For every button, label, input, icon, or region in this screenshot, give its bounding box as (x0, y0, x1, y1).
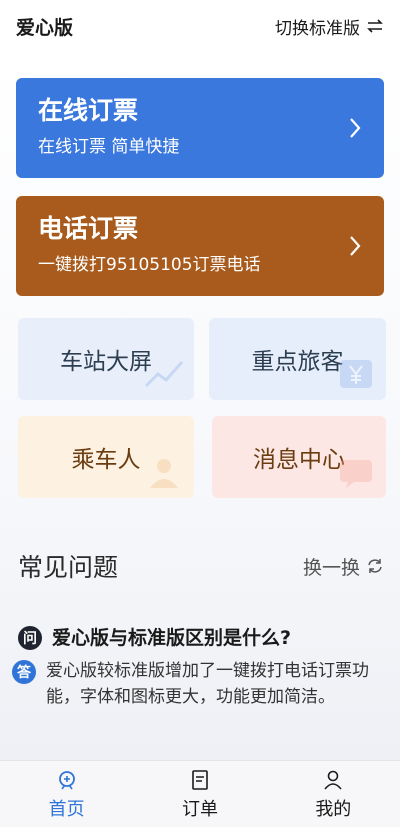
refresh-faq-label: 换一换 (302, 556, 360, 579)
message-center-label: 消息中心 (253, 447, 345, 473)
phone-booking-subtitle: 一键拨打95105105订票电话 (38, 255, 261, 275)
yen-icon (340, 360, 372, 388)
passengers-tile[interactable]: 乘车人 (18, 416, 194, 498)
key-passenger-tile[interactable]: 重点旅客 (209, 318, 386, 400)
person-icon (150, 459, 178, 488)
bottom-nav: 首页 订单 我的 (0, 760, 400, 827)
trend-chart-icon (144, 361, 184, 388)
phone-booking-card[interactable]: 电话订票 一键拨打95105105订票电话 (16, 196, 384, 296)
station-screen-tile[interactable]: 车站大屏 (18, 318, 194, 400)
online-booking-card[interactable]: 在线订票 在线订票 简单快捷 (16, 78, 384, 178)
online-booking-subtitle: 在线订票 简单快捷 (38, 137, 180, 157)
station-screen-label: 车站大屏 (60, 349, 152, 375)
user-icon (324, 770, 342, 790)
order-icon (192, 770, 208, 790)
key-passenger-label: 重点旅客 (251, 349, 344, 375)
faq-answer-row: 答 爱心版较标准版增加了一键拨打电话订票功能，字体和图标更大，功能更加简洁。 (12, 658, 384, 710)
phone-booking-title: 电话订票 (38, 214, 139, 243)
top-bar: 爱心版 切换标准版 (0, 0, 400, 52)
app-title: 爱心版 (16, 16, 74, 39)
switch-standard-button[interactable]: 切换标准版 (275, 14, 384, 39)
question-badge: 问 (18, 626, 42, 650)
nav-home-label: 首页 (48, 799, 85, 820)
faq-header: 常见问题 换一换 (18, 548, 384, 584)
nav-home[interactable]: 首页 (0, 761, 133, 827)
passengers-label: 乘车人 (71, 447, 141, 473)
nav-profile[interactable]: 我的 (267, 761, 400, 827)
faq-answer: 爱心版较标准版增加了一键拨打电话订票功能，字体和图标更大，功能更加简洁。 (46, 661, 369, 707)
nav-orders[interactable]: 订单 (133, 761, 266, 827)
nav-profile-label: 我的 (315, 799, 352, 820)
message-icon (340, 460, 372, 488)
online-booking-title: 在线订票 (38, 96, 139, 125)
faq-title: 常见问题 (18, 553, 119, 582)
answer-badge: 答 (12, 660, 36, 684)
swap-icon (367, 19, 383, 33)
chevron-right-icon (350, 118, 361, 138)
nav-orders-label: 订单 (181, 799, 218, 820)
train-icon (58, 771, 75, 790)
faq-question-row: 问 爱心版与标准版区别是什么? (18, 624, 384, 652)
faq-question: 爱心版与标准版区别是什么? (52, 627, 292, 649)
refresh-faq-button[interactable]: 换一换 (303, 553, 384, 580)
refresh-icon (368, 559, 382, 573)
faq-item[interactable]: 问 爱心版与标准版区别是什么? 答 爱心版较标准版增加了一键拨打电话订票功能，字… (12, 624, 384, 710)
chevron-right-icon (350, 236, 361, 256)
message-center-tile[interactable]: 消息中心 (212, 416, 386, 498)
switch-standard-label: 切换标准版 (275, 18, 360, 39)
